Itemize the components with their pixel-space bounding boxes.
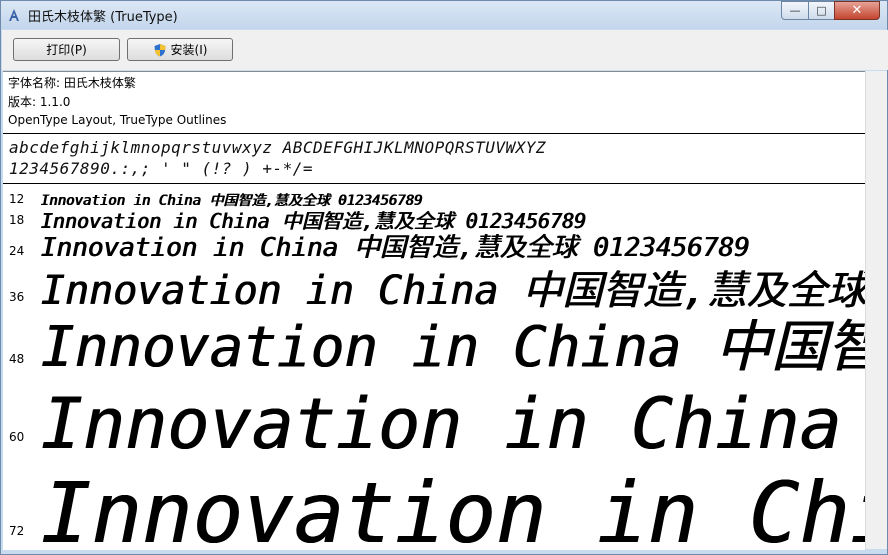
- sample-row-72: 72 Innovation in China 中国智造,慧及全球 0123456…: [3, 452, 865, 550]
- vertical-scrollbar[interactable]: [865, 71, 887, 549]
- font-name-line: 字体名称: 田氏木枝体繁: [8, 76, 136, 90]
- title-bar[interactable]: 田氏木枝体繁 (TrueType) — □ ✕: [1, 1, 887, 29]
- sample-size-label: 12: [9, 192, 25, 206]
- font-info: 字体名称: 田氏木枝体繁 版本: 1.1.0 OpenType Layout, …: [8, 74, 226, 130]
- window-title: 田氏木枝体繁 (TrueType): [28, 10, 178, 25]
- font-file-icon: [9, 9, 19, 21]
- maximize-button[interactable]: □: [808, 1, 835, 20]
- sample-size-label: 72: [9, 524, 25, 538]
- print-button-label: 打印(P): [46, 43, 87, 57]
- uac-shield-icon: [154, 43, 166, 56]
- minimize-button[interactable]: —: [781, 1, 809, 20]
- font-version-line: 版本: 1.1.0: [8, 94, 71, 109]
- sample-row-48: 48 Innovation in China 中国智造,慧及全球 0123456…: [3, 306, 865, 380]
- font-preview-pane: 字体名称: 田氏木枝体繁 版本: 1.1.0 OpenType Layout, …: [3, 71, 865, 550]
- sample-row-60: 60 Innovation in China 中国智造,慧及全球 0123456…: [3, 372, 865, 465]
- sample-text: Innovation in China 中国智造,慧及全球 0123456789: [41, 464, 865, 550]
- install-button[interactable]: 安装(I): [127, 38, 233, 61]
- toolbar: 打印(P) 安装(I): [2, 30, 888, 70]
- install-button-label: 安装(I): [170, 43, 208, 57]
- font-viewer-window: 田氏木枝体繁 (TrueType) — □ ✕ 打印(P) 安装(I) 字体名称…: [0, 0, 888, 555]
- font-outline-line: OpenType Layout, TrueType Outlines: [8, 113, 227, 127]
- sample-size-label: 60: [9, 430, 25, 444]
- charset-letters: abcdefghijklmnopqrstuvwxyz ABCDEFGHIJKLM…: [9, 138, 547, 157]
- sample-size-label: 36: [9, 290, 25, 304]
- divider: [3, 183, 865, 184]
- print-button[interactable]: 打印(P): [13, 38, 120, 61]
- divider: [3, 133, 865, 134]
- sample-size-label: 24: [9, 244, 25, 258]
- close-button[interactable]: ✕: [834, 1, 880, 20]
- sample-size-label: 18: [9, 213, 25, 227]
- charset-symbols: 1234567890.:,; ' " (!? ) +-*/=: [9, 159, 313, 178]
- sample-size-label: 48: [9, 352, 25, 366]
